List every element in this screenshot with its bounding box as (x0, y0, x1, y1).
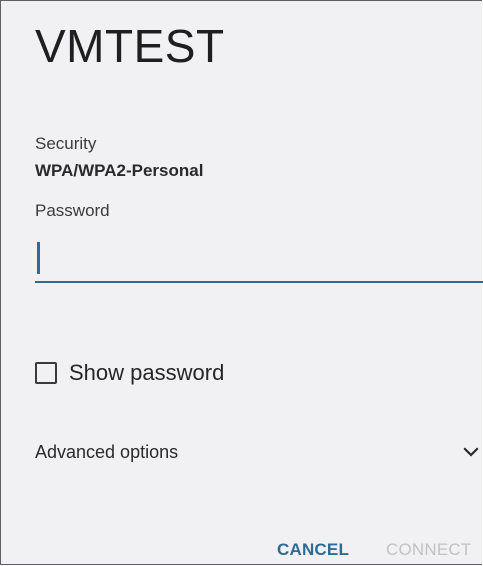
network-name-title: VMTEST (35, 20, 225, 72)
advanced-options-label[interactable]: Advanced options (35, 443, 178, 461)
connect-button[interactable]: CONNECT (386, 541, 471, 558)
chevron-down-icon[interactable] (462, 443, 480, 461)
password-label: Password (35, 201, 110, 220)
text-cursor (37, 242, 40, 274)
show-password-label[interactable]: Show password (69, 360, 224, 386)
show-password-checkbox-row[interactable]: Show password (35, 359, 224, 387)
security-value: WPA/WPA2-Personal (35, 161, 204, 180)
wifi-connect-dialog: VMTEST Security WPA/WPA2-Personal Passwo… (0, 0, 483, 565)
password-input[interactable] (35, 231, 483, 283)
cancel-button[interactable]: CANCEL (277, 541, 349, 558)
advanced-options-toggle[interactable]: Advanced options (35, 439, 483, 469)
show-password-checkbox[interactable] (35, 362, 57, 384)
security-label: Security (35, 134, 97, 153)
